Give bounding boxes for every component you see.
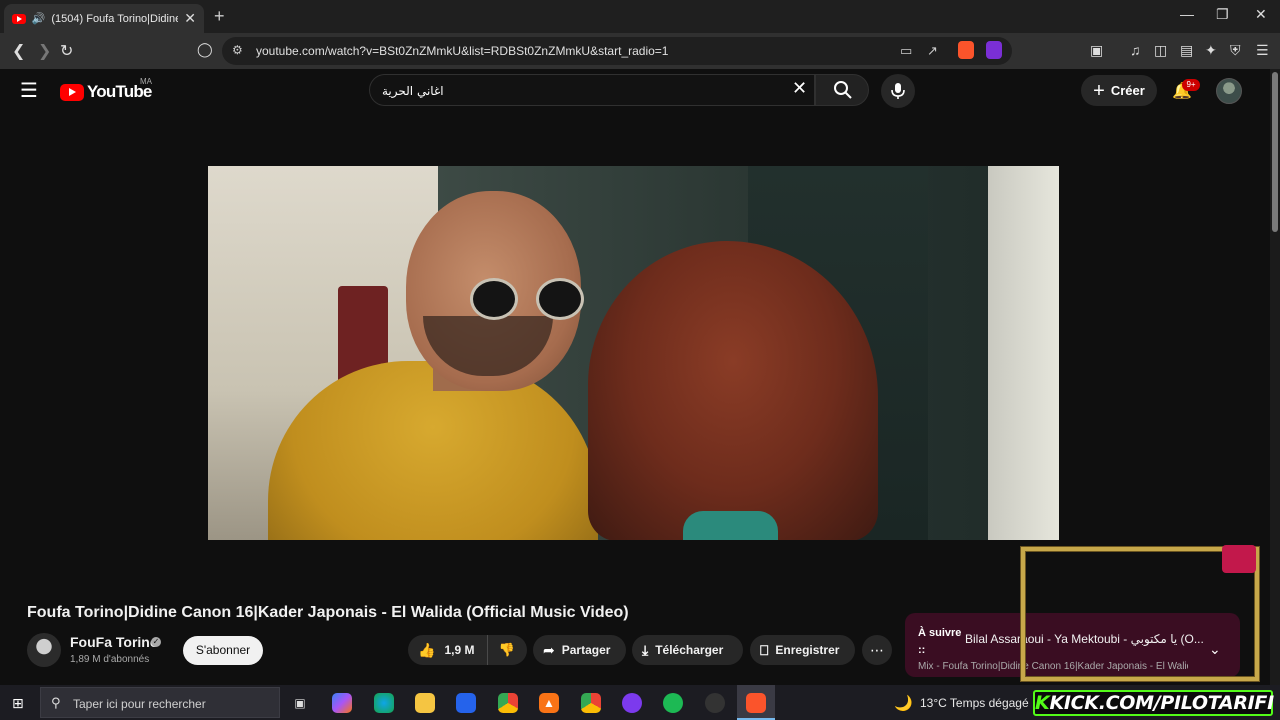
minimize-window-button[interactable]: —: [1180, 6, 1194, 22]
weather-text[interactable]: 13°C Temps dégagé: [920, 696, 1029, 710]
browser-tab[interactable]: 🔊 (1504) Foufa Torino|Didine Ca ✕: [4, 4, 204, 33]
media-icon[interactable]: ♫: [1130, 42, 1141, 58]
subscriber-count: 1,89 M d'abonnés: [70, 654, 150, 665]
app-icon[interactable]: ▲: [539, 693, 559, 713]
menu-icon[interactable]: ☰: [1256, 42, 1269, 59]
discord-icon[interactable]: [622, 693, 642, 713]
share-page-icon[interactable]: ↗: [927, 43, 938, 59]
browser-tabbar: 🔊 (1504) Foufa Torino|Didine Ca ✕ + — ❐ …: [0, 0, 1280, 33]
brave-rewards-icon[interactable]: [986, 41, 1002, 59]
task-view-icon[interactable]: ▣: [290, 693, 310, 713]
share-button[interactable]: ➦ Partager: [533, 635, 626, 665]
youtube-play-icon: [60, 83, 84, 101]
like-count: 1,9 M: [444, 643, 475, 657]
notification-badge: 9+: [1182, 79, 1200, 91]
download-button[interactable]: ⤓ Télécharger: [632, 635, 743, 665]
like-button[interactable]: 👍 1,9 M: [408, 635, 488, 665]
search-box[interactable]: [369, 74, 815, 106]
verified-check-icon: ✓: [151, 637, 161, 647]
brave-shields-icon[interactable]: [958, 41, 974, 59]
moon-weather-icon: 🌙: [894, 695, 913, 712]
new-tab-button[interactable]: +: [214, 6, 225, 27]
url-text[interactable]: youtube.com/watch?v=BSt0ZnZMmkU&list=RDB…: [256, 44, 668, 58]
wallet-icon[interactable]: ▤: [1180, 42, 1193, 59]
cast-icon[interactable]: ▭: [900, 43, 912, 59]
up-next-label: À suivre ::: [918, 627, 962, 656]
kick-k-icon: K: [1035, 692, 1050, 714]
maximize-window-button[interactable]: ❐: [1216, 6, 1229, 23]
bookmark-icon: ⎕: [760, 641, 769, 658]
subscribe-button[interactable]: S'abonner: [183, 636, 263, 665]
bookmark-icon[interactable]: ◯: [197, 41, 213, 58]
youtube-header: ☰ YouTube MA ✕ + Créer 🔔 9+: [0, 69, 1270, 114]
download-icon: ⤓: [642, 641, 649, 658]
guide-menu-button[interactable]: ☰: [20, 81, 38, 101]
tab-title: (1504) Foufa Torino|Didine Ca: [51, 12, 179, 25]
vpn-icon[interactable]: ⛨: [1230, 42, 1241, 59]
video-title: Foufa Torino|Didine Canon 16|Kader Japon…: [27, 604, 629, 621]
kick-url: KICK.COM/PILOTARIFI: [1049, 692, 1274, 714]
taskbar-search-placeholder: Taper ici pour rechercher: [73, 697, 206, 711]
search-input[interactable]: [382, 79, 782, 103]
sidebar-icon[interactable]: ◫: [1154, 42, 1167, 59]
youtube-logo[interactable]: YouTube: [60, 82, 152, 102]
search-icon: [834, 81, 852, 99]
share-arrow-icon: ➦: [543, 641, 555, 658]
video-frame-post: [988, 166, 1059, 540]
save-label: Enregistrer: [775, 643, 840, 657]
search-icon: ⚲: [51, 695, 61, 710]
channel-name[interactable]: FouFa Torino: [70, 634, 158, 650]
site-info-icon[interactable]: ⚙: [232, 43, 243, 57]
more-dots-icon: ⋯: [870, 642, 884, 658]
more-actions-button[interactable]: ⋯: [862, 635, 892, 665]
dislike-button[interactable]: 👎: [488, 642, 526, 658]
voice-search-button[interactable]: [881, 74, 915, 108]
leo-ai-icon[interactable]: ✦: [1205, 42, 1217, 59]
search-button[interactable]: [815, 74, 869, 106]
forward-button[interactable]: ❯: [38, 41, 51, 61]
stream-frame-gem-icon: [1222, 545, 1256, 573]
audio-playing-icon[interactable]: 🔊: [32, 12, 46, 25]
like-dislike-group: 👍 1,9 M 👎: [408, 635, 527, 665]
thumbs-down-icon: 👎: [498, 642, 516, 657]
file-explorer-icon[interactable]: [415, 693, 435, 713]
kick-channel-banner: KKICK.COM/PILOTARIFI: [1033, 690, 1274, 716]
video-frame-sunglasses-left: [470, 278, 518, 320]
close-tab-icon[interactable]: ✕: [184, 10, 196, 27]
video-frame-collar: [683, 511, 778, 540]
create-label: Créer: [1110, 83, 1145, 98]
thumbs-up-icon: 👍: [418, 641, 436, 658]
address-bar[interactable]: ⚙ youtube.com/watch?v=BSt0ZnZMmkU&list=R…: [222, 37, 1012, 65]
country-code: MA: [140, 77, 152, 86]
create-button[interactable]: + Créer: [1081, 75, 1157, 106]
obs-icon[interactable]: [705, 693, 725, 713]
channel-avatar[interactable]: [27, 633, 61, 667]
video-frame-sunglasses-right: [536, 278, 584, 320]
browser-toolbar: ❮ ❯ ↻ ◯ ⚙ youtube.com/watch?v=BSt0ZnZMmk…: [0, 33, 1280, 84]
reload-button[interactable]: ↻: [60, 41, 73, 61]
youtube-favicon-icon: [12, 13, 26, 24]
account-avatar[interactable]: [1216, 78, 1242, 104]
back-button[interactable]: ❮: [12, 41, 25, 61]
windows-start-icon[interactable]: ⊞: [12, 695, 24, 712]
microphone-icon: [891, 83, 905, 99]
plus-icon: +: [1093, 79, 1105, 102]
save-button[interactable]: ⎕ Enregistrer: [750, 635, 855, 665]
brave-icon[interactable]: [746, 693, 766, 713]
screenshot-icon[interactable]: ▣: [1090, 42, 1103, 59]
share-label: Partager: [561, 643, 611, 657]
copilot-icon[interactable]: [332, 693, 352, 713]
scrollbar-thumb[interactable]: [1272, 72, 1278, 232]
spotify-icon[interactable]: [663, 693, 683, 713]
chrome-icon[interactable]: [498, 693, 518, 713]
store-icon[interactable]: [456, 693, 476, 713]
edge-icon[interactable]: [374, 693, 394, 713]
close-window-button[interactable]: ✕: [1255, 6, 1267, 23]
chrome-profile-icon[interactable]: [581, 693, 601, 713]
taskbar-search[interactable]: ⚲ Taper ici pour rechercher: [40, 687, 280, 718]
clear-search-icon[interactable]: ✕: [792, 78, 807, 99]
download-label: Télécharger: [655, 643, 724, 657]
video-player[interactable]: [208, 166, 1059, 540]
